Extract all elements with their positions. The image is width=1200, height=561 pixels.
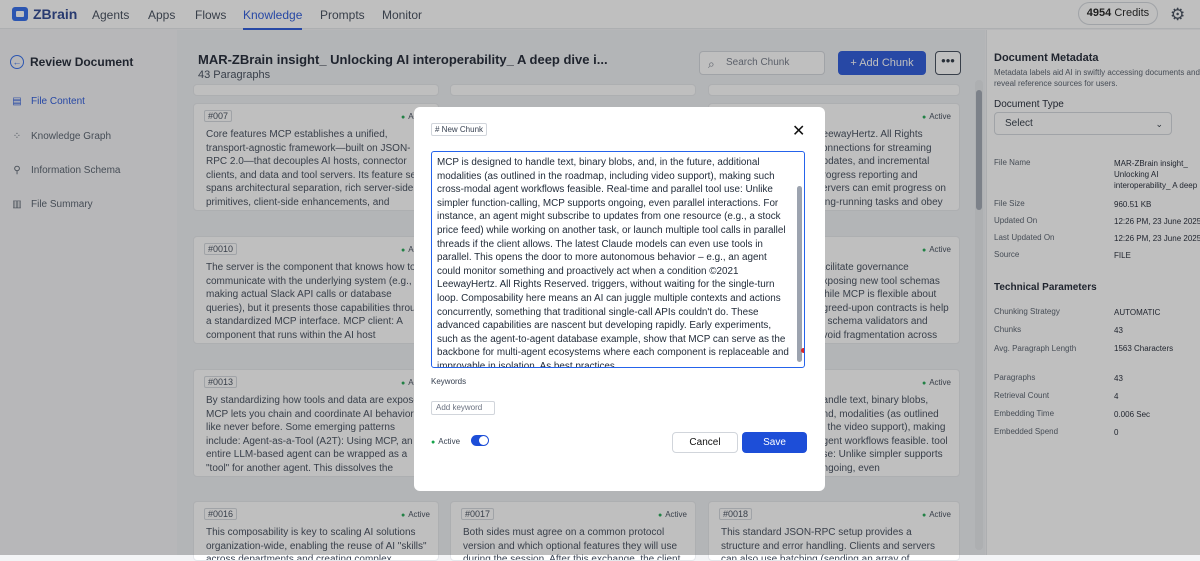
active-label: Active xyxy=(431,437,460,446)
keywords-label: Keywords xyxy=(431,377,467,386)
error-dot-icon xyxy=(801,348,804,353)
textarea-scrollbar[interactable] xyxy=(797,156,802,362)
active-toggle[interactable] xyxy=(471,435,489,446)
add-keyword-input[interactable]: Add keyword xyxy=(431,401,495,415)
chunk-content-textarea[interactable]: MCP is designed to handle text, binary b… xyxy=(431,151,805,368)
save-button[interactable]: Save xyxy=(742,432,807,453)
new-chunk-chip: # New Chunk xyxy=(431,123,488,136)
new-chunk-modal: # New Chunk ✕ MCP is designed to handle … xyxy=(414,107,825,491)
textarea-scrollbar-thumb[interactable] xyxy=(797,186,802,362)
cancel-button[interactable]: Cancel xyxy=(672,432,738,453)
chunk-content-text: MCP is designed to handle text, binary b… xyxy=(437,157,789,368)
close-icon[interactable]: ✕ xyxy=(792,121,805,141)
